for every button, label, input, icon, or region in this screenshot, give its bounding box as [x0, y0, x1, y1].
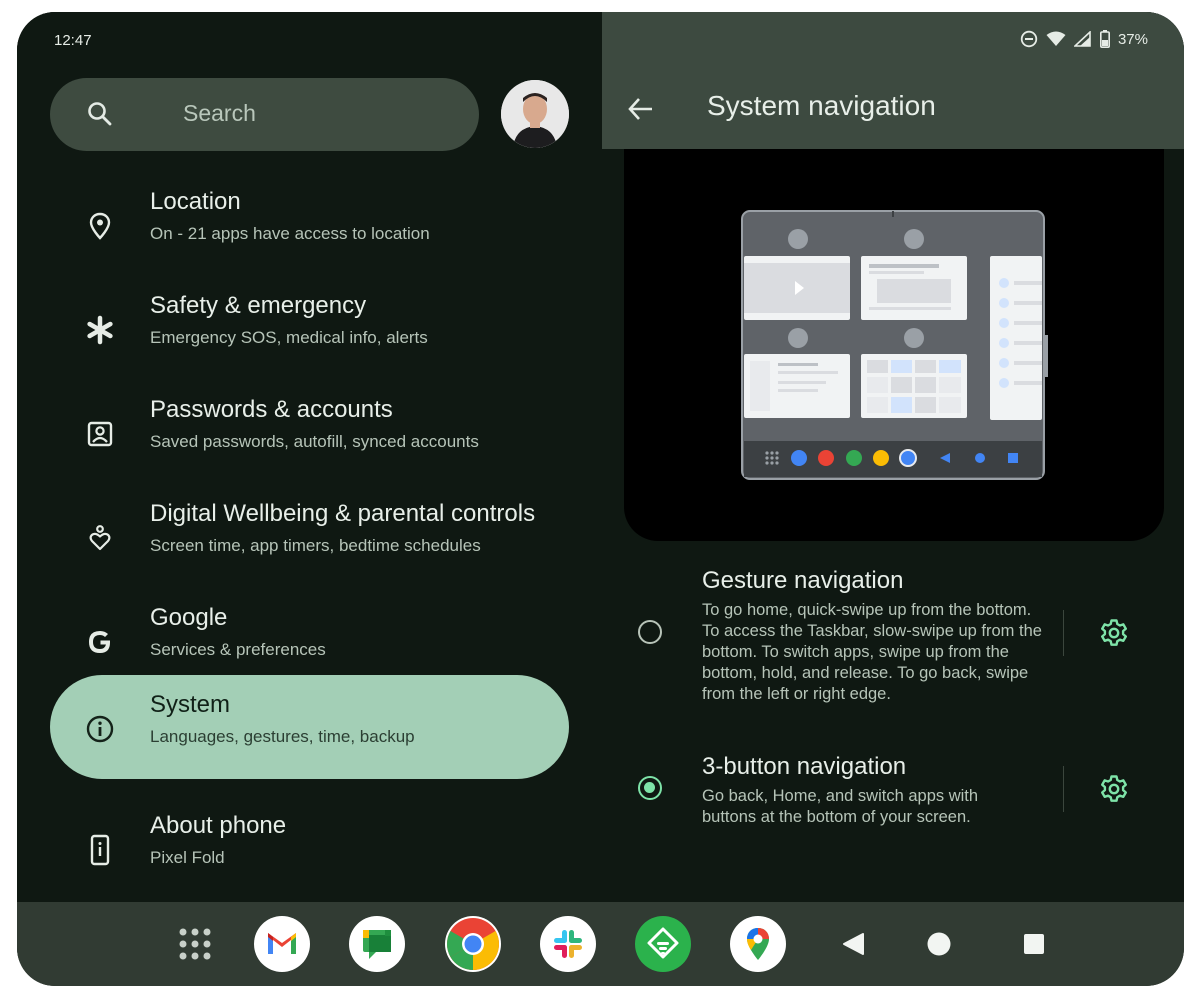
option-divider — [1063, 610, 1064, 656]
settings-list-panel: 12:47 Search Location On - 21 apps have … — [17, 12, 602, 902]
settings-item-subtitle: Emergency SOS, medical info, alerts — [150, 328, 428, 347]
navigation-preview-illustration — [624, 149, 1164, 541]
three-button-navigation-radio[interactable] — [638, 776, 662, 800]
taskbar — [17, 902, 1184, 986]
status-time: 12:47 — [54, 32, 92, 49]
account-box-icon — [82, 416, 118, 452]
settings-item-title: System — [150, 691, 231, 718]
wellbeing-heart-icon — [82, 520, 118, 556]
search-bar[interactable]: Search — [50, 78, 479, 151]
settings-item-digital-wellbeing[interactable]: Digital Wellbeing & parental controls Sc… — [50, 484, 569, 588]
location-pin-icon — [82, 208, 118, 244]
back-triangle-icon[interactable] — [825, 916, 881, 972]
settings-item-title: Google — [150, 604, 228, 631]
page-title: System navigation — [707, 90, 936, 121]
cell-signal-icon — [1073, 31, 1092, 47]
slack-icon[interactable] — [540, 916, 596, 972]
option-title: 3-button navigation — [702, 753, 907, 780]
settings-item-title: Digital Wellbeing & parental controls — [150, 500, 536, 527]
settings-item-title: Passwords & accounts — [150, 396, 393, 423]
gesture-navigation-radio[interactable] — [638, 620, 662, 644]
settings-item-passwords[interactable]: Passwords & accounts Saved passwords, au… — [50, 380, 569, 484]
settings-item-subtitle: Languages, gestures, time, backup — [150, 727, 415, 746]
home-circle-icon[interactable] — [911, 916, 967, 972]
settings-item-title: Location — [150, 188, 241, 215]
status-icons: 37% — [1020, 30, 1148, 48]
avatar[interactable] — [501, 80, 569, 148]
google-maps-icon[interactable] — [730, 916, 786, 972]
wifi-icon — [1046, 31, 1066, 47]
gesture-settings-gear-icon[interactable] — [1098, 617, 1130, 654]
settings-item-safety[interactable]: Safety & emergency Emergency SOS, medica… — [50, 276, 569, 380]
chrome-icon[interactable] — [445, 916, 501, 972]
feedly-icon[interactable] — [635, 916, 691, 972]
settings-item-location[interactable]: Location On - 21 apps have access to loc… — [50, 172, 569, 276]
settings-item-title: Safety & emergency — [150, 292, 367, 319]
settings-item-system[interactable]: System Languages, gestures, time, backup — [50, 675, 569, 779]
info-icon — [82, 711, 118, 747]
navigation-preview-top — [624, 149, 1164, 189]
settings-item-title: About phone — [150, 812, 287, 839]
settings-item-subtitle: Saved passwords, autofill, synced accoun… — [150, 432, 479, 451]
app-drawer-icon[interactable] — [167, 916, 223, 972]
google-chat-icon[interactable] — [349, 916, 405, 972]
gmail-icon[interactable] — [254, 916, 310, 972]
option-description: To go home, quick-swipe up from the bott… — [702, 601, 1042, 703]
phone-info-icon — [82, 832, 118, 868]
settings-item-subtitle: Pixel Fold — [150, 848, 225, 867]
battery-icon — [1099, 30, 1110, 48]
option-title: Gesture navigation — [702, 567, 904, 594]
dnd-icon — [1020, 30, 1038, 48]
settings-item-subtitle: Screen time, app timers, bedtime schedul… — [150, 536, 481, 555]
back-arrow-icon[interactable] — [626, 94, 656, 129]
battery-percentage: 37% — [1117, 30, 1148, 48]
search-icon — [86, 100, 114, 133]
system-navigation-panel: 37% System navigation Gesture navigation… — [602, 12, 1184, 902]
option-divider — [1063, 766, 1064, 812]
google-g-icon — [82, 624, 118, 660]
asterisk-icon — [82, 312, 118, 348]
search-placeholder: Search — [183, 100, 256, 126]
option-description: Go back, Home, and switch apps with butt… — [702, 787, 979, 826]
settings-item-subtitle: Services & preferences — [150, 640, 326, 659]
three-button-settings-gear-icon[interactable] — [1098, 773, 1130, 810]
settings-item-subtitle: On - 21 apps have access to location — [150, 224, 430, 243]
tablet-screen: 12:47 Search Location On - 21 apps have … — [17, 12, 1184, 986]
settings-item-about-phone[interactable]: About phone Pixel Fold — [50, 796, 569, 900]
recents-square-icon[interactable] — [1006, 916, 1062, 972]
